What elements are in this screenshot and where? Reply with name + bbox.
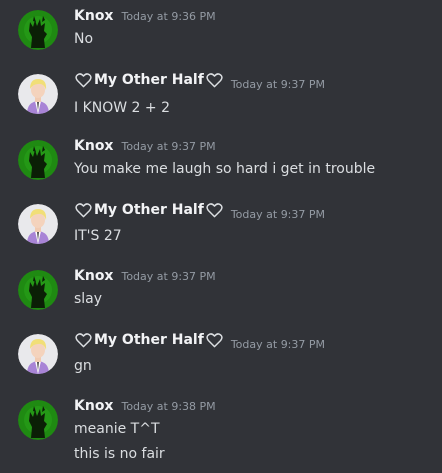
dragon-icon bbox=[18, 10, 58, 50]
message-text: IT'S 27 bbox=[74, 228, 122, 244]
message-header: My Other Half Today at 9:37 PM bbox=[74, 202, 325, 221]
author-name-text: My Other Half bbox=[94, 72, 204, 88]
knox-avatar[interactable] bbox=[18, 10, 58, 50]
dragon-icon bbox=[18, 140, 58, 180]
knox-avatar[interactable] bbox=[18, 400, 58, 440]
message-text: You make me laugh so hard i get in troub… bbox=[74, 161, 376, 177]
person-icon bbox=[18, 334, 58, 374]
knox-avatar[interactable] bbox=[18, 140, 58, 180]
message-text: slay bbox=[74, 291, 103, 307]
message-text: meanie T^T bbox=[74, 421, 160, 437]
author-name[interactable]: My Other Half bbox=[74, 332, 223, 348]
message-header: Knox Today at 9:37 PM bbox=[74, 138, 216, 154]
message-text: No bbox=[74, 31, 94, 47]
message-header: My Other Half Today at 9:37 PM bbox=[74, 72, 325, 91]
chat-message-list: Knox Today at 9:36 PM No My Other Half T… bbox=[0, 0, 442, 473]
heart-outline-icon bbox=[206, 203, 223, 218]
other-half-avatar[interactable] bbox=[18, 204, 58, 244]
heart-outline-icon bbox=[75, 203, 92, 218]
heart-outline-icon bbox=[75, 73, 92, 88]
author-name[interactable]: Knox bbox=[74, 398, 113, 414]
dragon-icon bbox=[18, 270, 58, 310]
author-name[interactable]: My Other Half bbox=[74, 202, 223, 218]
message-header: Knox Today at 9:36 PM bbox=[74, 8, 216, 24]
message-timestamp[interactable]: Today at 9:38 PM bbox=[121, 400, 215, 413]
message-timestamp[interactable]: Today at 9:36 PM bbox=[121, 10, 215, 23]
message-header: Knox Today at 9:37 PM bbox=[74, 268, 216, 284]
author-name[interactable]: My Other Half bbox=[74, 72, 223, 88]
author-name[interactable]: Knox bbox=[74, 8, 113, 24]
message-timestamp[interactable]: Today at 9:37 PM bbox=[231, 78, 325, 91]
author-name[interactable]: Knox bbox=[74, 138, 113, 154]
other-half-avatar[interactable] bbox=[18, 74, 58, 114]
message-header: My Other Half Today at 9:37 PM bbox=[74, 332, 325, 351]
message-text: this is no fair bbox=[74, 446, 165, 462]
message-timestamp[interactable]: Today at 9:37 PM bbox=[121, 270, 215, 283]
message-text: I KNOW 2 + 2 bbox=[74, 100, 170, 116]
other-half-avatar[interactable] bbox=[18, 334, 58, 374]
message-timestamp[interactable]: Today at 9:37 PM bbox=[231, 208, 325, 221]
heart-outline-icon bbox=[206, 333, 223, 348]
author-name[interactable]: Knox bbox=[74, 268, 113, 284]
dragon-icon bbox=[18, 400, 58, 440]
knox-avatar[interactable] bbox=[18, 270, 58, 310]
message-timestamp[interactable]: Today at 9:37 PM bbox=[121, 140, 215, 153]
author-name-text: My Other Half bbox=[94, 202, 204, 218]
message-timestamp[interactable]: Today at 9:37 PM bbox=[231, 338, 325, 351]
message-text: gn bbox=[74, 358, 92, 374]
person-icon bbox=[18, 74, 58, 114]
heart-outline-icon bbox=[206, 73, 223, 88]
author-name-text: My Other Half bbox=[94, 332, 204, 348]
message-header: Knox Today at 9:38 PM bbox=[74, 398, 216, 414]
person-icon bbox=[18, 204, 58, 244]
heart-outline-icon bbox=[75, 333, 92, 348]
